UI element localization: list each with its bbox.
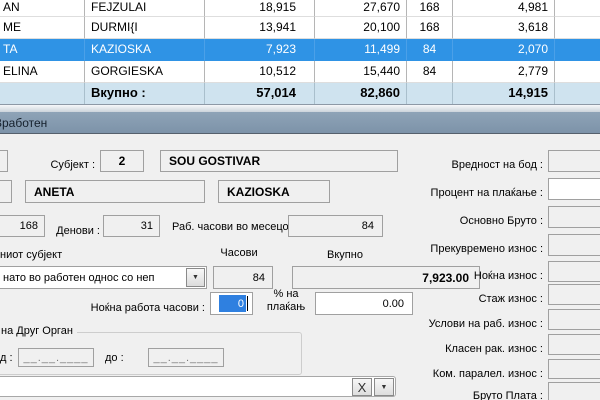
dialog-title: Вработен xyxy=(0,116,47,130)
cell-amount3: 2,070 xyxy=(453,39,555,61)
cell-amount1: 7,923 xyxy=(205,39,315,61)
cell-amount3: 4,981 xyxy=(453,0,555,17)
cell-hours: 168 xyxy=(407,0,453,17)
field-label: Ноќна износ : xyxy=(380,266,543,288)
month-hours-field: 84 xyxy=(288,215,383,237)
stub-hours-field: 168 xyxy=(0,215,45,237)
cell-surname: KAZIOSKA xyxy=(85,39,205,61)
date-from-label: д : xyxy=(0,352,13,364)
total-amount3: 14,915 xyxy=(453,83,555,104)
cell-surname: GORGIESKA xyxy=(85,61,205,83)
cell-surname: DURMI{I xyxy=(85,17,205,39)
cell-hours: 168 xyxy=(407,17,453,39)
field-label: Основно Бруто : xyxy=(380,211,543,233)
cell-name: ELINA xyxy=(0,61,85,83)
engagement-combobox[interactable]: нато во работен однос со неп xyxy=(0,266,207,289)
dialog-titlebar[interactable]: Вработен xyxy=(0,112,600,134)
work-conditions-amount-field xyxy=(548,309,600,330)
table-row-selected[interactable]: TA KAZIOSKA 7,923 11,499 84 2,070 xyxy=(0,39,600,61)
date-from-input[interactable]: __.__.____ xyxy=(18,348,94,367)
field-label: Услови на раб. износ : xyxy=(380,314,543,336)
field-label: Прекувремено износ : xyxy=(380,239,543,261)
cell-empty xyxy=(555,17,600,39)
cell-amount2: 27,670 xyxy=(315,0,407,17)
cell-name: AN xyxy=(0,0,85,17)
table-total-row: Вкупно : 57,014 82,860 14,915 xyxy=(0,83,600,104)
class-rank-amount-field xyxy=(548,334,600,355)
engagement-hours-field: 84 xyxy=(213,266,273,289)
night-amount-field xyxy=(548,261,600,282)
days-field: 31 xyxy=(103,215,160,237)
field-label: Класен рак. износ : xyxy=(380,339,543,361)
cell-amount2: 20,100 xyxy=(315,17,407,39)
cell-amount1: 13,941 xyxy=(205,17,315,39)
stub-field xyxy=(0,180,12,203)
month-hours-label: Раб. часови во месецот : xyxy=(172,221,300,233)
table-row[interactable]: AN FEJZULAI 18,915 27,670 168 4,981 xyxy=(0,0,600,17)
cell-amount3: 3,618 xyxy=(453,17,555,39)
field-label: Ком. паралел. износ : xyxy=(380,364,543,386)
cell-amount1: 10,512 xyxy=(205,61,315,83)
gross-salary-field xyxy=(548,382,600,400)
cell-amount3: 2,779 xyxy=(453,61,555,83)
chevron-down-icon[interactable]: ▼ xyxy=(186,268,205,287)
subject-code-field: 2 xyxy=(100,150,144,172)
table-row[interactable]: ELINA GORGIESKA 10,512 15,440 84 2,779 xyxy=(0,61,600,83)
overtime-amount-field xyxy=(548,234,600,256)
percent-label-line1: % на xyxy=(258,288,314,301)
cell-empty xyxy=(555,83,600,104)
field-label: Вредност на бод : xyxy=(380,155,543,177)
total-label: Вкупно : xyxy=(85,83,205,104)
cell-surname: FEJZULAI xyxy=(85,0,205,17)
stub-field xyxy=(0,150,8,172)
app-window: AN FEJZULAI 18,915 27,670 168 4,981 ME D… xyxy=(0,0,600,400)
cell-amount2: 11,499 xyxy=(315,39,407,61)
last-name-field: KAZIOSKA xyxy=(218,180,330,203)
percent-label-line2: плаќањ xyxy=(258,301,314,314)
days-label: Денови : xyxy=(43,221,100,243)
point-value-field xyxy=(548,150,600,172)
cell-hours: 84 xyxy=(407,39,453,61)
lookup-combobox[interactable] xyxy=(0,376,396,397)
night-work-label: Ноќна работа часови : xyxy=(55,298,205,320)
cell-amount2: 15,440 xyxy=(315,61,407,83)
field-label: Процент на плаќање : xyxy=(380,183,543,205)
night-work-input[interactable]: 0 xyxy=(210,292,253,315)
parallel-amount-field xyxy=(548,359,600,379)
engagement-combobox-text: нато во работен однос со неп xyxy=(3,272,155,284)
cell-empty xyxy=(555,39,600,61)
date-to-label: до : xyxy=(105,352,124,364)
first-name-field: ANETA xyxy=(25,180,205,203)
total-amount1: 57,014 xyxy=(205,83,315,104)
base-gross-field xyxy=(548,206,600,228)
subject-name-field: SOU GOSTIVAR xyxy=(160,150,398,172)
percent-label: % на плаќањ xyxy=(258,288,314,314)
cell-name: TA xyxy=(0,39,85,61)
text-caret xyxy=(247,296,248,311)
total-amount2: 82,860 xyxy=(315,83,407,104)
field-label: Стаж износ : xyxy=(380,289,543,311)
cell-empty xyxy=(0,83,85,104)
total-column-header: Вкупно xyxy=(317,249,373,261)
payment-percent-input[interactable] xyxy=(548,178,600,200)
cell-hours: 84 xyxy=(407,61,453,83)
hours-column-header: Часови xyxy=(213,247,265,259)
cell-name: ME xyxy=(0,17,85,39)
total-hours xyxy=(407,83,453,104)
cell-empty xyxy=(555,61,600,83)
window-top-edge xyxy=(0,104,600,112)
seniority-amount-field xyxy=(548,284,600,305)
date-to-input[interactable]: __.__.____ xyxy=(148,348,224,367)
field-label: Бруто Плата : xyxy=(380,386,543,400)
table-row[interactable]: ME DURMI{I 13,941 20,100 168 3,618 xyxy=(0,17,600,39)
other-organ-caption: на Друг Орган xyxy=(0,325,77,337)
cell-empty xyxy=(555,0,600,17)
clear-button[interactable]: X xyxy=(352,378,372,396)
cell-amount1: 18,915 xyxy=(205,0,315,17)
subject-label: Субјект : xyxy=(18,155,95,177)
employees-table: AN FEJZULAI 18,915 27,670 168 4,981 ME D… xyxy=(0,0,600,104)
selected-text: 0 xyxy=(219,295,246,312)
section-caption: ниот субјект xyxy=(0,249,62,261)
